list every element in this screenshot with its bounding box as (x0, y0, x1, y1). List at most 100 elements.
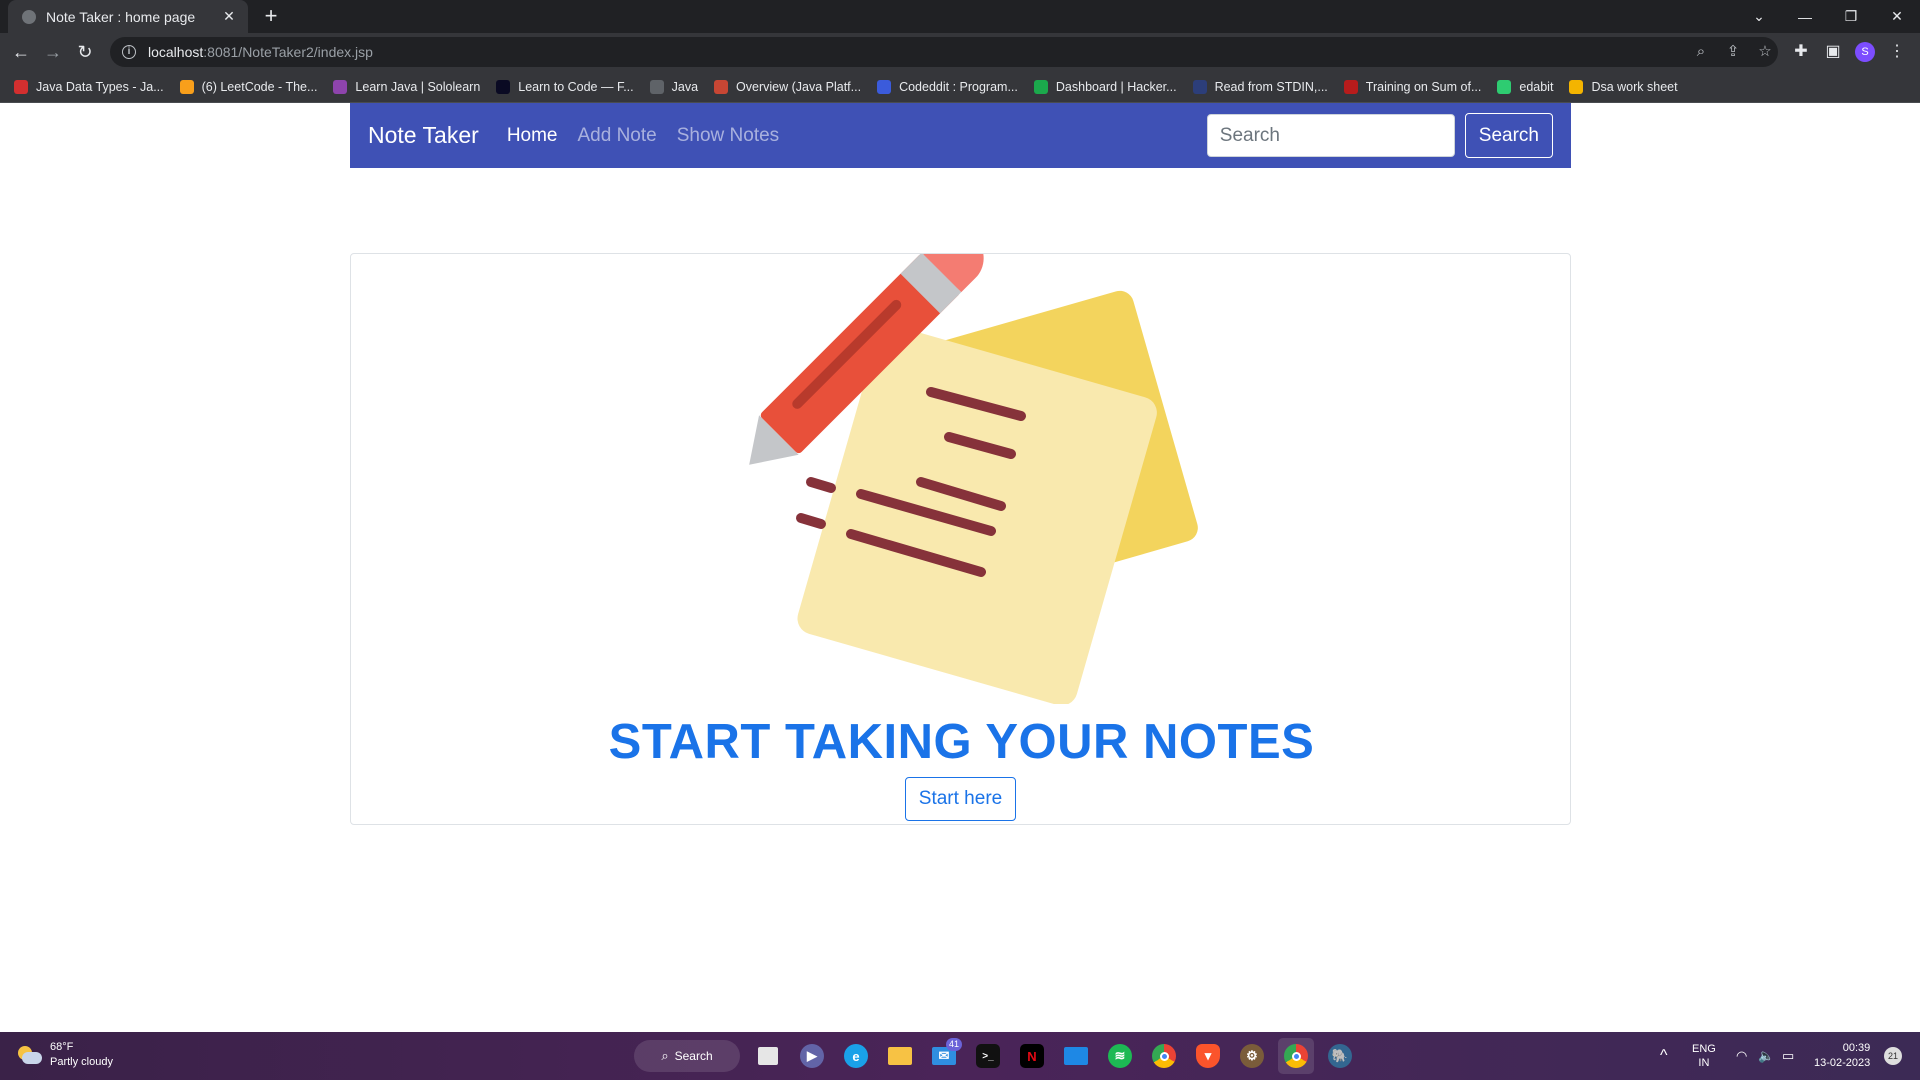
bookmark-favicon-icon (1192, 79, 1207, 94)
chat-icon[interactable]: ▶ (794, 1038, 830, 1074)
clock-time: 00:39 (1842, 1042, 1871, 1054)
terminal-icon[interactable]: >_ (970, 1038, 1006, 1074)
chrome-icon[interactable] (1146, 1038, 1182, 1074)
bookmark-label: Learn Java | Sololearn (355, 79, 481, 94)
close-window-button[interactable]: ✕ (1874, 0, 1920, 33)
bookmark-item[interactable]: (6) LeetCode - The... (179, 79, 318, 94)
brave-icon[interactable]: ▾ (1190, 1038, 1226, 1074)
zoom-icon[interactable]: ⌕ (1686, 37, 1716, 67)
nav-home[interactable]: Home (507, 125, 558, 147)
menu-icon[interactable]: ⋮ (1884, 39, 1910, 65)
start-button[interactable] (588, 1038, 624, 1074)
bookmark-item[interactable]: Codeddit : Program... (877, 79, 1018, 94)
bookmark-item[interactable]: edabit (1497, 79, 1554, 94)
bookmark-label: edabit (1519, 79, 1554, 94)
bookmark-favicon-icon (1033, 79, 1048, 94)
search-input[interactable] (1206, 114, 1455, 157)
bookmark-label: Dashboard | Hacker... (1055, 79, 1177, 94)
bookmark-item[interactable]: Overview (Java Platf... (714, 79, 862, 94)
bookmark-label: Dsa work sheet (1591, 79, 1678, 94)
bookmark-label: (6) LeetCode - The... (201, 79, 318, 94)
nav-add-note[interactable]: Add Note (578, 125, 657, 147)
edge-icon[interactable]: e (838, 1038, 874, 1074)
taskbar-search[interactable]: ⌕ Search (634, 1040, 740, 1072)
bookmark-label: Training on Sum of... (1365, 79, 1482, 94)
navbar-search-form: Search (1206, 113, 1553, 158)
new-tab-button[interactable]: + (258, 4, 284, 30)
share-icon[interactable]: ⇪ (1718, 37, 1748, 67)
mail-badge: 41 (945, 1038, 962, 1051)
bookmark-item[interactable]: Learn Java | Sololearn (333, 79, 481, 94)
bookmark-favicon-icon (14, 79, 28, 94)
tab-search-icon[interactable]: ⌄ (1736, 0, 1782, 33)
clock[interactable]: 00:39 13-02-2023 (1814, 1032, 1870, 1080)
bookmark-star-icon[interactable]: ☆ (1750, 37, 1780, 67)
browser-tabstrip: Note Taker : home page ✕ + ⌄ — ❐ ✕ (0, 0, 1920, 33)
close-tab-icon[interactable]: ✕ (220, 8, 238, 25)
bookmark-item[interactable]: Dsa work sheet (1569, 79, 1678, 94)
taskbar-apps: ⌕ Search ▶ e ✉ 41 >_ N ≋ ▾ ⚙ 🐘 (584, 1038, 1362, 1074)
weather-widget[interactable]: 68°F Partly cloudy (16, 1040, 113, 1070)
clock-date: 13-02-2023 (1814, 1057, 1871, 1069)
spotify-icon[interactable]: ≋ (1102, 1038, 1138, 1074)
bookmark-label: Java Data Types - Ja... (36, 79, 164, 94)
volume-icon[interactable]: 🔈 (1758, 1032, 1774, 1080)
browser-tab[interactable]: Note Taker : home page ✕ (8, 0, 248, 33)
bookmark-item[interactable]: Learn to Code — F... (496, 79, 634, 94)
brand-link[interactable]: Note Taker (368, 122, 479, 149)
bookmark-item[interactable]: Dashboard | Hacker... (1033, 79, 1177, 94)
notepad-pencil-illustration (749, 254, 1198, 704)
postgres-icon[interactable]: 🐘 (1322, 1038, 1358, 1074)
bookmarks-bar: Java Data Types - Ja... (6) LeetCode - Th… (0, 71, 1920, 103)
wifi-icon[interactable]: ◠ (1736, 1032, 1747, 1080)
battery-icon[interactable]: ▭ (1782, 1032, 1794, 1080)
page-content: Note Taker Home Add Note Show Notes Sear… (0, 103, 1920, 1032)
show-hidden-icons[interactable]: ^ (1660, 1032, 1668, 1080)
notification-center[interactable]: 21 (1884, 1032, 1902, 1080)
url-text: localhost:8081/NoteTaker2/index.jsp (148, 44, 373, 60)
profile-avatar[interactable]: S (1855, 42, 1875, 62)
bookmark-label: Read from STDIN,... (1214, 79, 1328, 94)
remote-desktop-icon[interactable] (1058, 1038, 1094, 1074)
task-view-icon[interactable] (750, 1038, 786, 1074)
bookmark-item[interactable]: Java (649, 79, 698, 94)
address-bar[interactable]: i localhost:8081/NoteTaker2/index.jsp ⌕ … (110, 37, 1778, 67)
app-navbar: Note Taker Home Add Note Show Notes Sear… (350, 103, 1571, 168)
forward-button[interactable]: → (40, 39, 66, 65)
bookmark-label: Overview (Java Platf... (736, 79, 862, 94)
os-taskbar: 68°F Partly cloudy ⌕ Search ▶ e ✉ 41 >_ … (0, 1032, 1920, 1080)
bookmark-favicon-icon (714, 79, 729, 94)
netflix-icon[interactable]: N (1014, 1038, 1050, 1074)
side-panel-icon[interactable]: ▣ (1820, 39, 1846, 65)
chrome-profile-icon[interactable] (1278, 1038, 1314, 1074)
bookmark-favicon-icon (1343, 79, 1358, 94)
minimize-button[interactable]: — (1782, 0, 1828, 33)
back-button[interactable]: ← (8, 39, 34, 65)
extensions-icon[interactable]: ✚ (1788, 39, 1814, 65)
reload-button[interactable]: ↻ (72, 39, 98, 65)
search-icon: ⌕ (661, 1048, 669, 1063)
bookmark-label: Learn to Code — F... (518, 79, 634, 94)
site-info-icon[interactable]: i (122, 45, 136, 59)
bookmark-favicon-icon (179, 79, 194, 94)
bookmark-favicon-icon (1569, 79, 1584, 94)
bookmark-item[interactable]: Java Data Types - Ja... (14, 79, 164, 94)
language-indicator[interactable]: ENG IN (1692, 1032, 1716, 1080)
mail-icon[interactable]: ✉ 41 (926, 1038, 962, 1074)
gear-app-icon[interactable]: ⚙ (1234, 1038, 1270, 1074)
bookmark-label: Codeddit : Program... (899, 79, 1018, 94)
bookmark-item[interactable]: Read from STDIN,... (1192, 79, 1328, 94)
hero-card: START TAKING YOUR NOTES Start here (350, 253, 1571, 825)
weather-condition: Partly cloudy (50, 1056, 113, 1068)
tab-title: Note Taker : home page (46, 8, 196, 25)
globe-icon (22, 9, 36, 24)
browser-toolbar: ← → ↻ i localhost:8081/NoteTaker2/index.… (0, 33, 1920, 71)
search-button[interactable]: Search (1464, 113, 1553, 158)
start-here-button[interactable]: Start here (905, 777, 1016, 821)
nav-show-notes[interactable]: Show Notes (677, 125, 779, 147)
restore-button[interactable]: ❐ (1828, 0, 1874, 33)
file-explorer-icon[interactable] (882, 1038, 918, 1074)
weather-temperature: 68°F (50, 1041, 74, 1053)
bookmark-favicon-icon (877, 79, 892, 94)
bookmark-item[interactable]: Training on Sum of... (1343, 79, 1482, 94)
